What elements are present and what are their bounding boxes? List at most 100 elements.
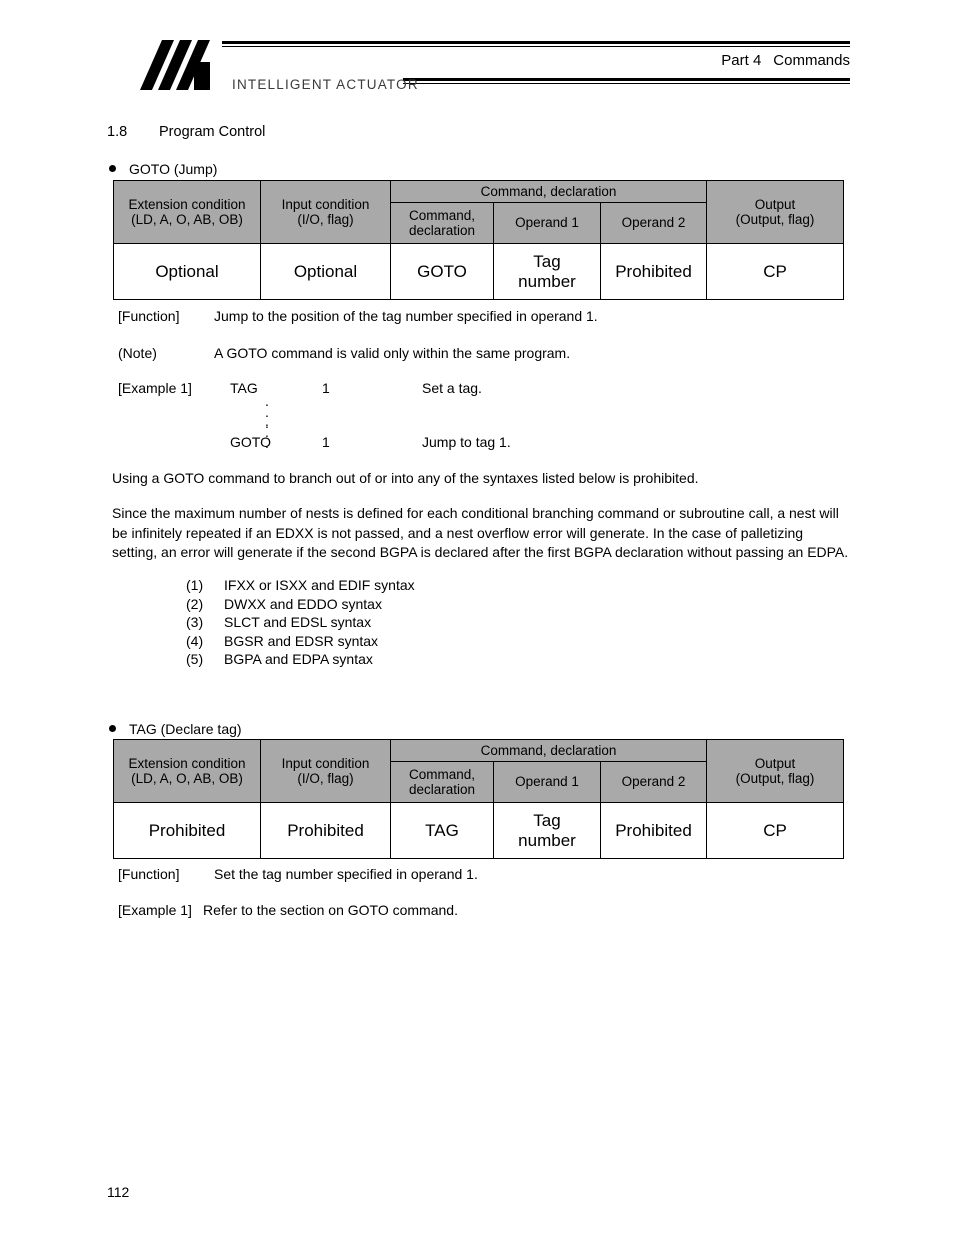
- goto-syntax-list: (1) IFXX or ISXX and EDIF syntax (2) DWXX …: [186, 576, 415, 669]
- list-item-text: DWXX and EDDO syntax: [224, 595, 382, 612]
- list-item-number: (2): [186, 595, 204, 612]
- list-item-text: IFXX or ISXX and EDIF syntax: [224, 577, 415, 593]
- th-operand-2: Operand 2: [600, 202, 707, 244]
- goto-function-label: [Function]: [118, 308, 180, 324]
- tag-function-row: [Function] Set the tag number specified i…: [118, 866, 478, 882]
- goto-example-row-2: GOTO 1 Jump to tag 1.: [118, 434, 511, 450]
- th-extension-condition-l1: Extension condition: [128, 755, 246, 771]
- list-item-number: (3): [186, 614, 204, 630]
- tag-example-row: [Example 1] Refer to the section on GOTO …: [118, 902, 458, 918]
- th-command-declaration: Command, declaration: [390, 761, 494, 803]
- th-operand-1: Operand 1: [493, 761, 601, 803]
- td-output: CP: [706, 802, 844, 859]
- th-command-declaration-group: Command, declaration: [390, 180, 707, 203]
- td-extension-condition: Prohibited: [113, 802, 261, 859]
- goto-example-row-1: [Example 1] TAG 1 Set a tag.: [118, 380, 482, 396]
- th-input-condition: Input condition (I/O, flag): [260, 180, 391, 244]
- list-item-number: (1): [186, 577, 204, 593]
- example-command-2: GOTO: [230, 434, 271, 450]
- list-item-text: BGPA and EDPA syntax: [224, 651, 373, 667]
- page-header-title: Part 4 Commands: [721, 52, 850, 69]
- goto-nest-paragraph: Since the maximum number of nests is def…: [112, 505, 849, 560]
- th-output-l2: (Output, flag): [735, 771, 815, 786]
- bullet-icon: [109, 725, 116, 732]
- td-operand-1-l1: Tag: [533, 251, 561, 271]
- th-extension-condition: Extension condition (LD, A, O, AB, OB): [113, 180, 261, 244]
- goto-prohibition-text: Using a GOTO command to branch out of or…: [112, 470, 699, 486]
- list-item: (5) BGPA and EDPA syntax: [186, 650, 415, 669]
- footer-page-number: 112: [107, 1184, 130, 1200]
- table-row: Optional Optional GOTO Tag number Prohib…: [113, 243, 844, 300]
- bullet-icon: [109, 165, 116, 172]
- header-rule-bottom-thin: [403, 82, 850, 84]
- header-rule-bottom-thick: [403, 78, 850, 81]
- th-extension-condition-l2: (LD, A, O, AB, OB): [131, 771, 243, 786]
- goto-example-label: [Example 1]: [118, 380, 192, 396]
- td-operand-1: Tag number: [493, 243, 601, 300]
- list-item-number: (4): [186, 632, 204, 649]
- th-output-l1: Output: [754, 755, 796, 771]
- goto-heading-label: GOTO (Jump): [129, 161, 218, 177]
- td-operand-1-l2: number: [518, 271, 576, 291]
- example-command-1: TAG: [230, 380, 258, 396]
- th-command-declaration-l2: declaration: [408, 782, 476, 797]
- th-input-condition-l1: Input condition: [281, 196, 370, 212]
- goto-heading: GOTO (Jump): [109, 161, 217, 177]
- td-extension-condition: Optional: [113, 243, 261, 300]
- th-command-declaration-group: Command, declaration: [390, 739, 707, 762]
- list-item: (1) IFXX or ISXX and EDIF syntax: [186, 576, 415, 595]
- td-output: CP: [706, 243, 844, 300]
- list-item-text: BGSR and EDSR syntax: [224, 632, 379, 649]
- table-row-group-header: Extension condition (LD, A, O, AB, OB) I…: [113, 180, 844, 244]
- tag-example-label: [Example 1]: [118, 902, 192, 918]
- header-rule-bottom: [403, 78, 850, 84]
- header-title-label: Commands: [773, 52, 850, 69]
- th-output: Output (Output, flag): [706, 180, 844, 244]
- list-item: (3) SLCT and EDSL syntax: [186, 613, 415, 632]
- table-row-group-header: Extension condition (LD, A, O, AB, OB) I…: [113, 739, 844, 803]
- table-row: Prohibited Prohibited TAG Tag number Pro…: [113, 802, 844, 859]
- td-command-declaration: TAG: [390, 802, 494, 859]
- td-operand-2: Prohibited: [600, 802, 707, 859]
- th-command-declaration-l1: Command,: [408, 766, 476, 782]
- th-command-declaration: Command, declaration: [390, 202, 494, 244]
- th-output: Output (Output, flag): [706, 739, 844, 803]
- th-extension-condition-l1: Extension condition: [128, 196, 246, 212]
- example-operand-1: 1: [322, 380, 330, 396]
- ia-logo-icon: [140, 40, 210, 90]
- th-operand-1: Operand 1: [493, 202, 601, 244]
- th-operand-2: Operand 2: [600, 761, 707, 803]
- example-comment-2: Jump to tag 1.: [422, 434, 511, 450]
- th-output-l2: (Output, flag): [735, 212, 815, 227]
- th-command-declaration-l2: declaration: [408, 223, 476, 238]
- th-input-condition-l2: (I/O, flag): [297, 771, 354, 786]
- td-input-condition: Optional: [260, 243, 391, 300]
- example-operand-2: 1: [322, 434, 330, 450]
- goto-function-row: [Function] Jump to the position of the ta…: [118, 308, 598, 324]
- td-operand-1-l2: number: [518, 830, 576, 850]
- th-input-condition-l2: (I/O, flag): [297, 212, 354, 227]
- header-part-label: Part 4: [721, 52, 762, 69]
- tag-function-label: [Function]: [118, 866, 180, 882]
- tag-command-table: Extension condition (LD, A, O, AB, OB) I…: [113, 739, 844, 859]
- td-operand-1: Tag number: [493, 802, 601, 859]
- th-output-l1: Output: [754, 196, 796, 212]
- goto-command-table: Extension condition (LD, A, O, AB, OB) I…: [113, 180, 844, 300]
- tag-function-text: Set the tag number specified in operand …: [214, 866, 478, 882]
- tag-example-text: Refer to the section on GOTO command.: [203, 902, 458, 918]
- goto-note-label: (Note): [118, 345, 157, 361]
- tag-heading: TAG (Declare tag): [109, 721, 242, 737]
- td-input-condition: Prohibited: [260, 802, 391, 859]
- th-input-condition-l1: Input condition: [281, 755, 370, 771]
- section-heading: 1.8 Program Control: [107, 124, 265, 140]
- list-item: (4) BGSR and EDSR syntax: [186, 632, 415, 651]
- list-item: (2) DWXX and EDDO syntax: [186, 595, 415, 614]
- td-operand-2: Prohibited: [600, 243, 707, 300]
- th-input-condition: Input condition (I/O, flag): [260, 739, 391, 803]
- logo-wordmark: INTELLIGENT ACTUATOR: [232, 77, 419, 92]
- goto-function-text: Jump to the position of the tag number s…: [214, 308, 598, 324]
- th-command-declaration-l1: Command,: [408, 207, 476, 223]
- page-header: INTELLIGENT ACTUATOR Part 4 Commands: [0, 0, 954, 108]
- company-logo: INTELLIGENT ACTUATOR: [118, 40, 418, 100]
- th-extension-condition-l2: (LD, A, O, AB, OB): [131, 212, 243, 227]
